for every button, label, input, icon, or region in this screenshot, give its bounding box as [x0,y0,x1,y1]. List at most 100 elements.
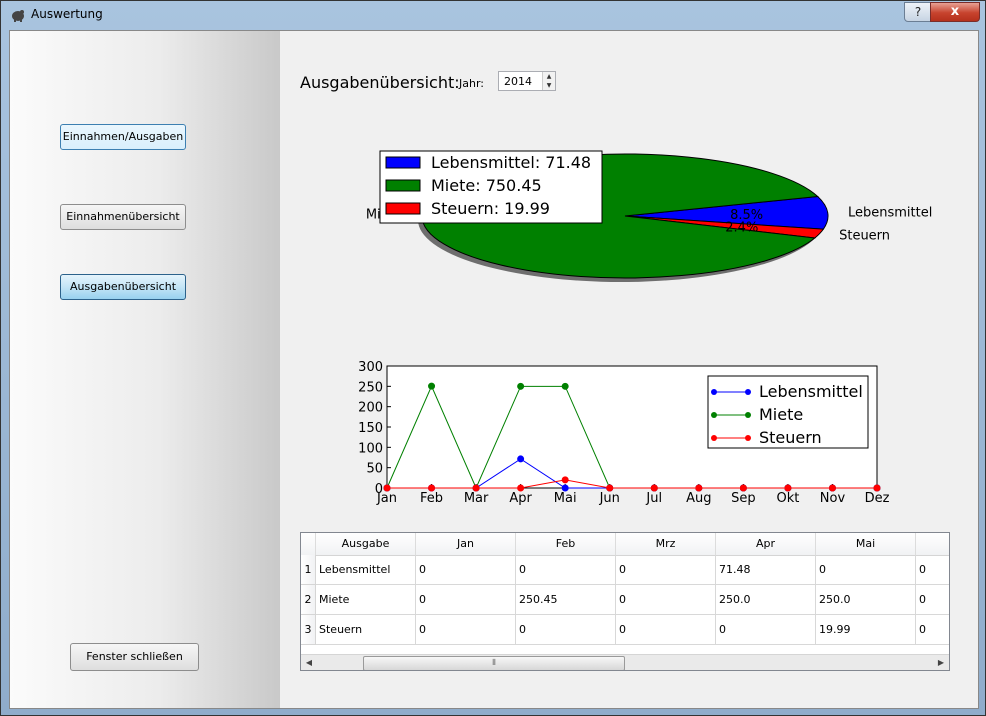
table-header: Ausgabe Jan Feb Mrz Apr Mai [301,533,949,556]
data-point [561,382,569,390]
column-header[interactable]: Feb [516,533,616,555]
app-icon [12,10,24,22]
expense-table[interactable]: Ausgabe Jan Feb Mrz Apr Mai 1 Lebensmitt… [300,532,950,671]
table-cell[interactable]: 0 [716,615,816,645]
legend-swatch [385,156,421,169]
column-header[interactable] [916,533,949,555]
income-expenses-button[interactable]: Einnahmen/Ausgaben [60,124,186,150]
column-header[interactable]: Ausgabe [316,533,416,555]
close-icon: x [950,4,960,19]
table-cell[interactable]: 19.99 [816,615,916,645]
data-point [383,484,391,492]
scroll-left-arrow-icon[interactable]: ◀ [301,655,317,670]
column-header[interactable]: Apr [716,533,816,555]
income-overview-button[interactable]: Einnahmenübersicht [60,204,186,230]
table-cell[interactable]: 0 [616,615,716,645]
legend-marker [745,435,751,441]
data-point [517,455,525,463]
line-legend-label: Miete [759,405,803,424]
table-cell[interactable]: 0 [616,555,716,585]
x-tick-label: Mar [464,491,489,506]
horizontal-scrollbar[interactable]: ◀ ⦀ ▶ [301,654,949,670]
table-cell[interactable]: 0 [416,585,516,615]
line-legend-label: Lebensmittel [759,382,863,401]
data-point [606,484,614,492]
table-cell[interactable]: 0 [916,585,949,615]
data-point [517,484,525,492]
close-window-button[interactable]: x [930,2,980,22]
spin-down-arrow-icon[interactable]: ▼ [543,81,555,90]
y-tick-label: 250 [358,380,383,395]
scroll-right-arrow-icon[interactable]: ▶ [933,655,949,670]
column-header[interactable]: Jan [416,533,516,555]
data-point [873,484,881,492]
data-point [517,382,525,390]
table-cell[interactable]: 250.0 [816,585,916,615]
y-tick-label: 100 [358,441,383,456]
pie-pct-label: 2.4% [725,221,758,236]
table-row[interactable]: 3 Steuern 0 0 0 0 19.99 0 [301,615,949,645]
table-cell[interactable]: Steuern [316,615,416,645]
legend-marker [711,435,717,441]
table-cell[interactable]: 0 [916,555,949,585]
table-cell[interactable]: 0 [416,555,516,585]
pie-legend-label: Steuern: 19.99 [431,199,550,218]
table-cell[interactable]: 0 [616,585,716,615]
x-tick-label: Nov [820,491,846,506]
data-point [739,484,747,492]
table-cell[interactable]: 250.45 [516,585,616,615]
table-cell[interactable]: 0 [416,615,516,645]
table-cell[interactable]: 0 [516,615,616,645]
help-button[interactable]: ? [904,2,932,22]
scroll-thumb[interactable]: ⦀ [363,656,625,670]
pie-slice-label: Lebensmittel [848,205,932,220]
table-cell[interactable]: 0 [916,615,949,645]
pie-legend-label: Miete: 750.45 [431,176,542,195]
data-point [561,476,569,484]
table-cell[interactable]: 0 [816,555,916,585]
x-tick-label: Feb [420,491,443,506]
column-header[interactable]: Mrz [616,533,716,555]
pie-legend-label: Lebensmittel: 71.48 [431,153,591,172]
year-label: Jahr: [459,77,484,90]
year-spinbox[interactable]: 2014 ▲ ▼ [498,71,556,91]
column-header[interactable]: Mai [816,533,916,555]
x-tick-label: Okt [776,491,799,506]
data-point [784,484,792,492]
x-tick-label: Sep [731,491,756,506]
table-row[interactable]: 2 Miete 0 250.45 0 250.0 250.0 0 [301,585,949,615]
x-tick-label: Jul [645,491,662,506]
data-point [650,484,658,492]
data-point [695,484,703,492]
x-tick-label: Dez [865,491,890,506]
legend-marker [745,412,751,418]
legend-swatch [385,202,421,215]
pie-slice-label: Steuern [839,228,890,243]
expense-overview-button[interactable]: Ausgabenübersicht [60,274,186,300]
x-tick-label: Aug [686,491,711,506]
table-cell[interactable]: Miete [316,585,416,615]
table-cell[interactable]: 71.48 [716,555,816,585]
legend-swatch [385,179,421,192]
table-cell[interactable]: Lebensmittel [316,555,416,585]
data-point [428,382,436,390]
table-cell[interactable]: 250.0 [716,585,816,615]
year-value: 2014 [504,75,532,88]
legend-marker [745,389,751,395]
x-tick-label: Jun [599,491,620,506]
table-row[interactable]: 1 Lebensmittel 0 0 0 71.48 0 0 [301,555,949,585]
title-bar[interactable]: Auswertung ? x [1,1,985,29]
close-window-main-button[interactable]: Fenster schließen [70,643,199,671]
x-tick-label: Jan [376,491,397,506]
y-tick-label: 200 [358,401,383,416]
table-cell[interactable]: 0 [516,555,616,585]
app-window: Auswertung ? x Einnahmen/Ausgaben Einnah… [0,0,986,716]
row-number: 3 [301,615,316,645]
x-tick-label: Mai [554,491,577,506]
y-tick-label: 50 [366,462,383,477]
corner-cell [301,533,316,555]
legend-marker [711,389,717,395]
y-tick-label: 150 [358,421,383,436]
main-panel: Ausgabenübersicht: Jahr: 2014 ▲ ▼ 8.5% Le… [280,31,978,708]
window-title: Auswertung [31,7,103,21]
